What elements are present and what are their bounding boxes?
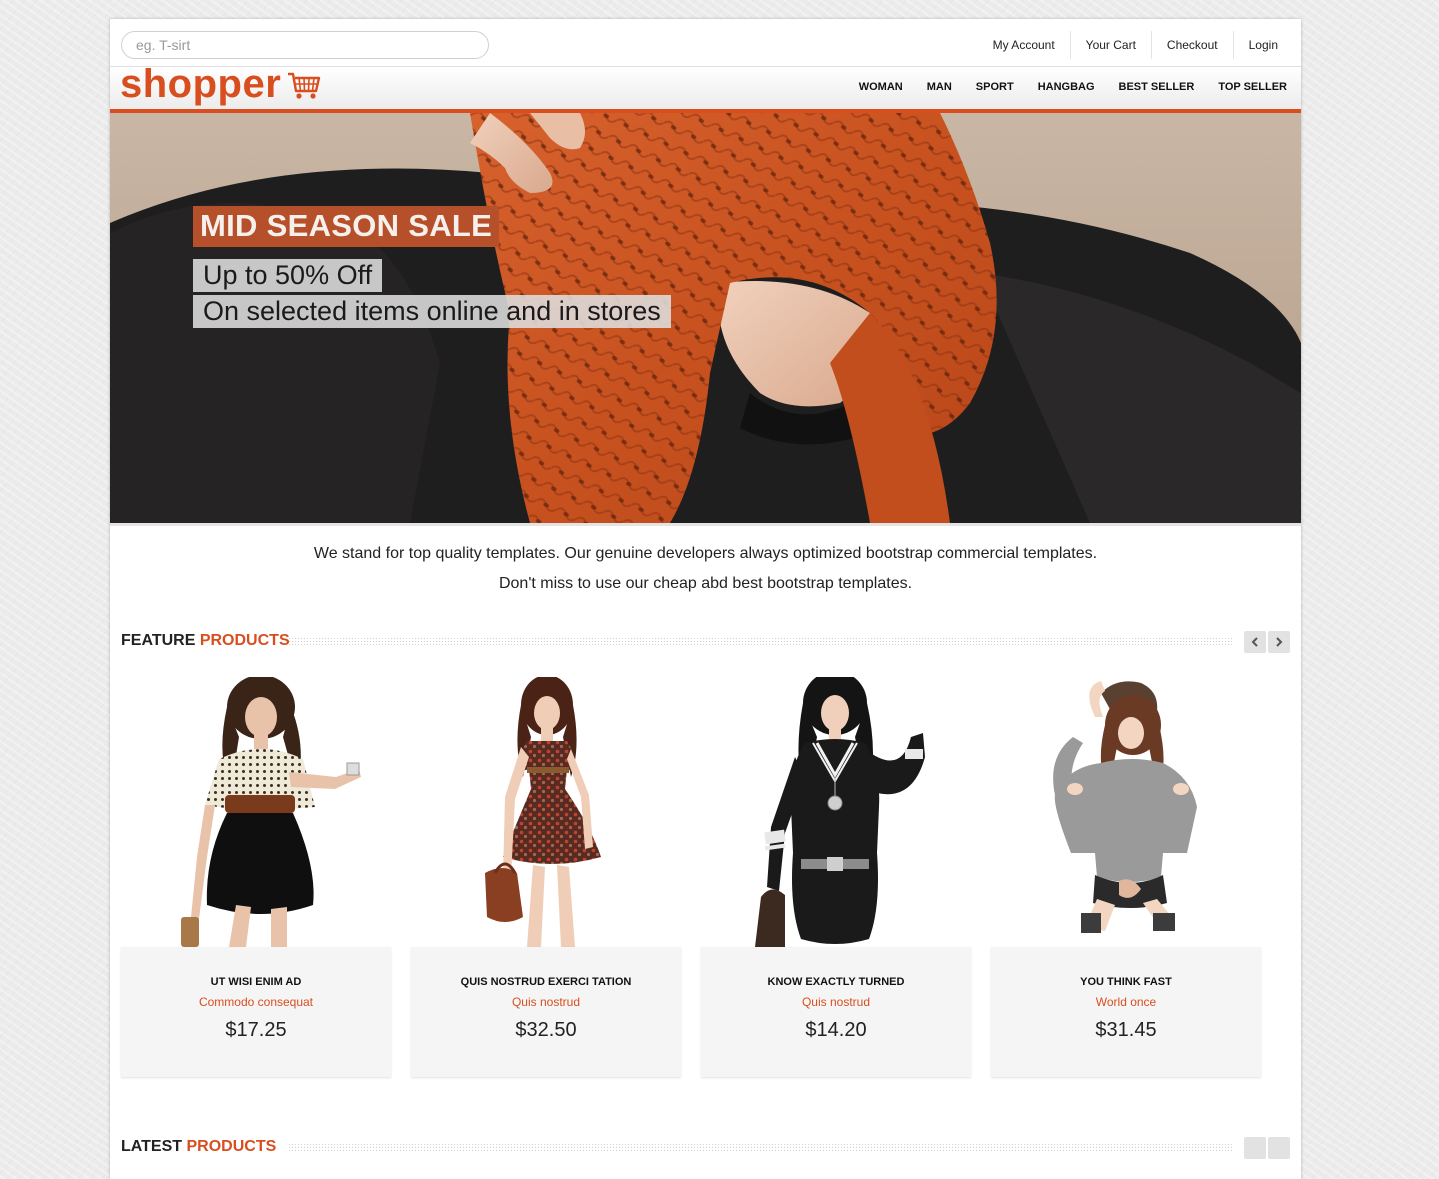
product-info: QUIS NOSTRUD EXERCI TATION Quis nostrud … [411, 947, 681, 1077]
product-price: $32.50 [515, 1019, 577, 1041]
carousel-prev-button[interactable] [1244, 1137, 1266, 1159]
product-info: YOU THINK FAST World once $31.45 [991, 947, 1261, 1077]
product-subtitle: Commodo consequat [198, 995, 314, 1009]
nav-item-top-seller[interactable]: TOP SELLER [1209, 67, 1296, 109]
section-title: FEATURE PRODUCTS [121, 631, 290, 651]
nav-item-best-seller[interactable]: BEST SELLER [1110, 67, 1204, 109]
hero-subtitle-line-2: On selected items online and in stores [193, 295, 671, 328]
featured-products-grid: UT WISI ENIM AD Commodo consequat $17.25 [121, 677, 1291, 1097]
product-subtitle: Quis nostrud [511, 995, 581, 1009]
shopping-cart-icon [288, 72, 321, 99]
section-title-accent: PRODUCTS [199, 632, 290, 649]
product-info: UT WISI ENIM AD Commodo consequat $17.25 [121, 947, 391, 1077]
top-bar: My Account Your Cart Checkout Login [110, 19, 1301, 67]
featured-products-header: FEATURE PRODUCTS [121, 631, 1291, 653]
product-price: $31.45 [1095, 1019, 1157, 1041]
section-title: LATEST PRODUCTS [121, 1137, 276, 1157]
my-account-link[interactable]: My Account [978, 31, 1070, 59]
login-link[interactable]: Login [1232, 31, 1293, 59]
section-title-plain: FEATURE [121, 632, 196, 649]
section-title-accent: PRODUCTS [186, 1138, 277, 1155]
section-divider-dots [288, 637, 1234, 645]
intro-line-2: Don't miss to use our cheap abd best boo… [498, 575, 913, 592]
product-info: KNOW EXACTLY TURNED Quis nostrud $14.20 [701, 947, 971, 1077]
nav-menu: WOMAN MAN SPORT HANGBAG BEST SELLER TOP … [844, 67, 1296, 109]
product-image[interactable] [701, 677, 971, 947]
nav-item-woman[interactable]: WOMAN [850, 67, 912, 109]
logo-text: shopper [120, 62, 282, 106]
product-name[interactable]: UT WISI ENIM AD [121, 976, 391, 988]
chevron-right-icon [1276, 637, 1283, 647]
chevron-left-icon [1251, 637, 1258, 647]
hero-banner[interactable]: MID SEASON SALE Up to 50% Off On selecte… [110, 113, 1301, 523]
search-input[interactable] [121, 31, 489, 59]
product-image[interactable] [991, 677, 1261, 947]
product-price: $14.20 [805, 1019, 867, 1041]
intro-line-1: We stand for top quality templates. Our … [313, 545, 1098, 562]
nav-item-sport[interactable]: SPORT [967, 67, 1023, 109]
checkout-link[interactable]: Checkout [1150, 31, 1233, 59]
product-name[interactable]: KNOW EXACTLY TURNED [701, 976, 971, 988]
nav-item-hangbag[interactable]: HANGBAG [1029, 67, 1104, 109]
carousel-next-button[interactable] [1268, 1137, 1290, 1159]
carousel-prev-button[interactable] [1244, 631, 1266, 653]
main-navbar: shopper WOMAN MAN SPORT HANGBAG BEST SEL… [110, 63, 1301, 114]
section-title-plain: LATEST [121, 1138, 183, 1155]
nav-item-man[interactable]: MAN [918, 67, 961, 109]
product-image[interactable] [121, 677, 391, 947]
product-name[interactable]: QUIS NOSTRUD EXERCI TATION [411, 976, 681, 988]
hero-subtitle-line-1: Up to 50% Off [193, 259, 383, 292]
product-subtitle: World once [1095, 995, 1157, 1009]
your-cart-link[interactable]: Your Cart [1069, 31, 1151, 59]
carousel-next-button[interactable] [1268, 631, 1290, 653]
section-divider-dots [288, 1143, 1234, 1151]
logo[interactable]: shopper [120, 63, 321, 105]
product-name[interactable]: YOU THINK FAST [991, 976, 1261, 988]
product-subtitle: Quis nostrud [801, 995, 871, 1009]
product-price: $17.25 [225, 1019, 287, 1041]
intro-text: We stand for top quality templates. Our … [110, 539, 1301, 599]
latest-products-header: LATEST PRODUCTS [121, 1137, 1291, 1159]
hero-divider [110, 523, 1301, 526]
hero-title: MID SEASON SALE [193, 206, 500, 247]
page-container: My Account Your Cart Checkout Login shop… [110, 19, 1301, 1179]
account-links: My Account Your Cart Checkout Login [978, 31, 1293, 59]
product-image[interactable] [411, 677, 681, 947]
